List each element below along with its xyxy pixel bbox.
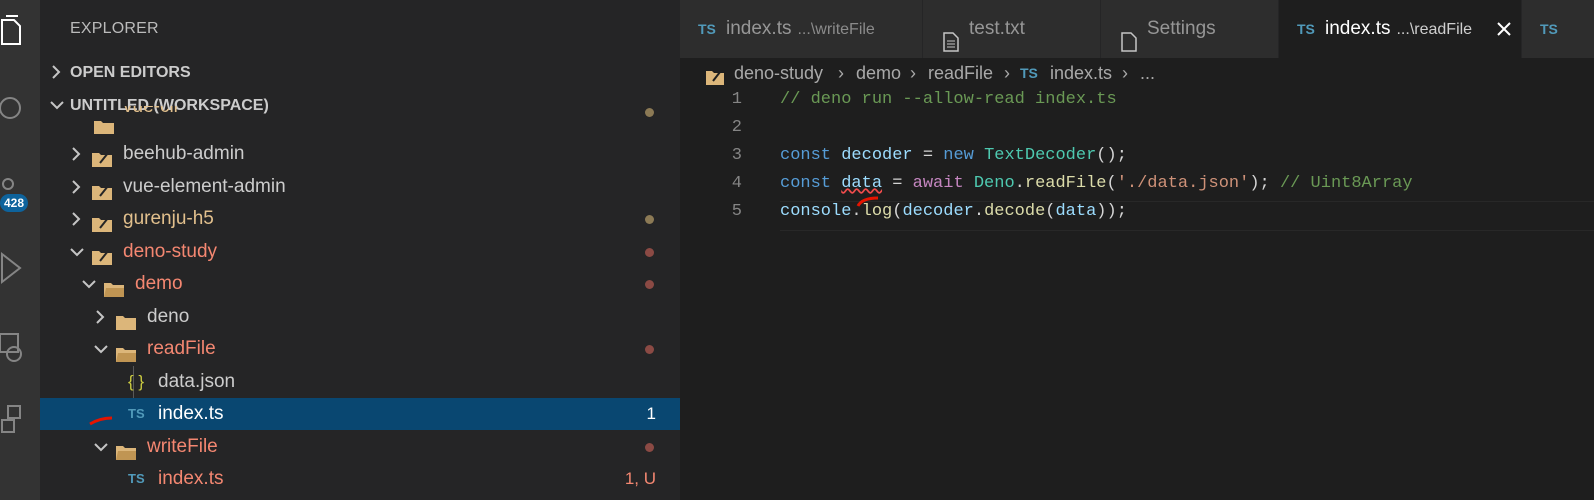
tab-description: ...\readFile [1396,21,1473,38]
breadcrumb: deno-study › demo › readFile › TS index.… [680,58,1594,88]
error-dot [645,280,654,289]
tree-item-deno[interactable]: deno [40,301,680,333]
search-icon[interactable] [0,84,40,134]
json-icon: { } [128,372,145,391]
tree-item-label: beehub-admin [123,143,245,164]
tree-item-label: writeFile [147,436,218,457]
tab-overflow[interactable]: TS [1522,0,1594,58]
run-debug-icon[interactable] [0,242,40,292]
tab-description: ...\writeFile [797,21,875,38]
tab-label: index.ts [726,18,792,39]
tree-item-demo[interactable]: demo [40,268,680,300]
tab-writefile-index-ts[interactable]: TS index.ts ...\writeFile [680,0,923,58]
tree-item-readfile-index-ts[interactable]: TS index.ts 1 [40,398,680,430]
tree-item-label: vue-cli [123,106,178,117]
chevron-right-icon: › [838,63,844,83]
folder-icon [94,114,114,134]
error-dot [645,345,654,354]
remote-explorer-icon[interactable] [0,322,40,372]
tree-item-label: index.ts [158,468,224,489]
problem-count: 1 [646,404,656,423]
explorer-sidebar: EXPLORER OPEN EDITORS UNTITLED (WORKSPAC… [40,0,680,500]
scm-badge: 428 [0,194,29,212]
error-dot [645,248,654,257]
tree-item-writefile-index-ts[interactable]: TS index.ts 1, U [40,463,680,495]
tab-test-txt[interactable]: test.txt [923,0,1101,58]
tree-item-vue-element-admin[interactable]: vue-element-admin [40,171,680,203]
folder-open-icon [104,276,124,297]
files-icon[interactable] [0,8,40,58]
tab-readfile-index-ts[interactable]: TS index.ts ...\readFile [1279,0,1522,58]
tab-label: Settings [1147,18,1216,39]
editor-tabs: TS index.ts ...\writeFile test.txt Settin… [680,0,1594,58]
open-editors-label: OPEN EDITORS [70,64,191,81]
tree-item-label: readFile [147,338,216,359]
explorer-title: EXPLORER [70,20,159,37]
tree-item-data-json[interactable]: { } data.json [40,366,680,398]
tree-item-deno-study[interactable]: deno-study [40,236,680,268]
typescript-icon: TS [698,21,716,37]
error-dot [645,443,654,452]
tree-item-label: index.ts [158,403,224,424]
red-annotation-mark [89,416,113,426]
git-decoration: 1, U [624,469,656,488]
tree-item-label: gurenju-h5 [123,208,214,229]
typescript-icon: TS [128,471,145,486]
close-icon[interactable] [1497,0,1511,58]
code-editor[interactable]: 1 2 3 4 5 // deno run --allow-read index… [680,88,1594,500]
typescript-icon: TS [128,406,145,421]
chevron-right-icon: › [910,63,916,83]
folder-open-icon [92,244,112,265]
open-editors-section[interactable]: OPEN EDITORS [40,56,680,89]
code-line-5[interactable]: console.log(decoder.decode(data)); [780,202,1127,221]
tab-label: test.txt [969,18,1025,39]
file-icon [943,18,959,58]
breadcrumb-item[interactable]: demo [856,58,901,88]
tree-item-beehub-admin[interactable]: beehub-admin [40,138,680,170]
tab-settings[interactable]: Settings [1101,0,1279,58]
code-line-1[interactable]: // deno run --allow-read index.ts [780,90,1117,109]
folder-open-icon [116,341,136,362]
tree-item-writeFile[interactable]: writeFile [40,431,680,463]
file-icon [1121,18,1137,58]
folder-icon [92,146,112,167]
line-number: 1 [731,90,742,109]
tree-item-vue-cli[interactable]: vue-cli [40,106,680,134]
tree-item-gurenju-h5[interactable]: gurenju-h5 [40,203,680,235]
code-line-4[interactable]: const data = await Deno.readFile('./data… [780,174,1413,193]
tab-label: index.ts [1325,18,1391,39]
folder-open-icon [116,439,136,460]
tree-item-label: deno [147,306,190,327]
chevron-right-icon: › [1122,63,1128,83]
folder-icon [92,211,112,232]
typescript-icon: TS [1540,21,1558,37]
modified-dot [645,215,654,224]
typescript-icon: TS [1297,21,1315,37]
tree-item-readFile[interactable]: readFile [40,333,680,365]
line-number: 2 [731,118,742,137]
folder-icon [116,309,136,330]
red-annotation-mark [856,196,879,207]
chevron-right-icon: › [1004,63,1010,83]
line-number: 3 [731,146,742,165]
tree-item-label: vue-element-admin [123,176,286,197]
folder-icon [92,179,112,200]
typescript-icon: TS [1020,65,1038,81]
breadcrumb-item[interactable]: readFile [928,58,993,88]
breadcrumb-item[interactable]: index.ts [1050,58,1112,88]
tree-item-label: demo [135,273,183,294]
code-line-3[interactable]: const decoder = new TextDecoder(); [780,146,1127,165]
tree-item-label: data.json [158,371,236,392]
line-number: 4 [731,174,742,193]
line-number: 5 [731,202,742,221]
activity-bar: 428 [0,0,40,500]
breadcrumb-item[interactable]: deno-study [734,58,823,88]
modified-dot [645,108,654,117]
extensions-icon[interactable] [0,398,40,448]
breadcrumb-item[interactable]: ... [1140,58,1155,88]
tree-item-label: deno-study [123,241,218,262]
